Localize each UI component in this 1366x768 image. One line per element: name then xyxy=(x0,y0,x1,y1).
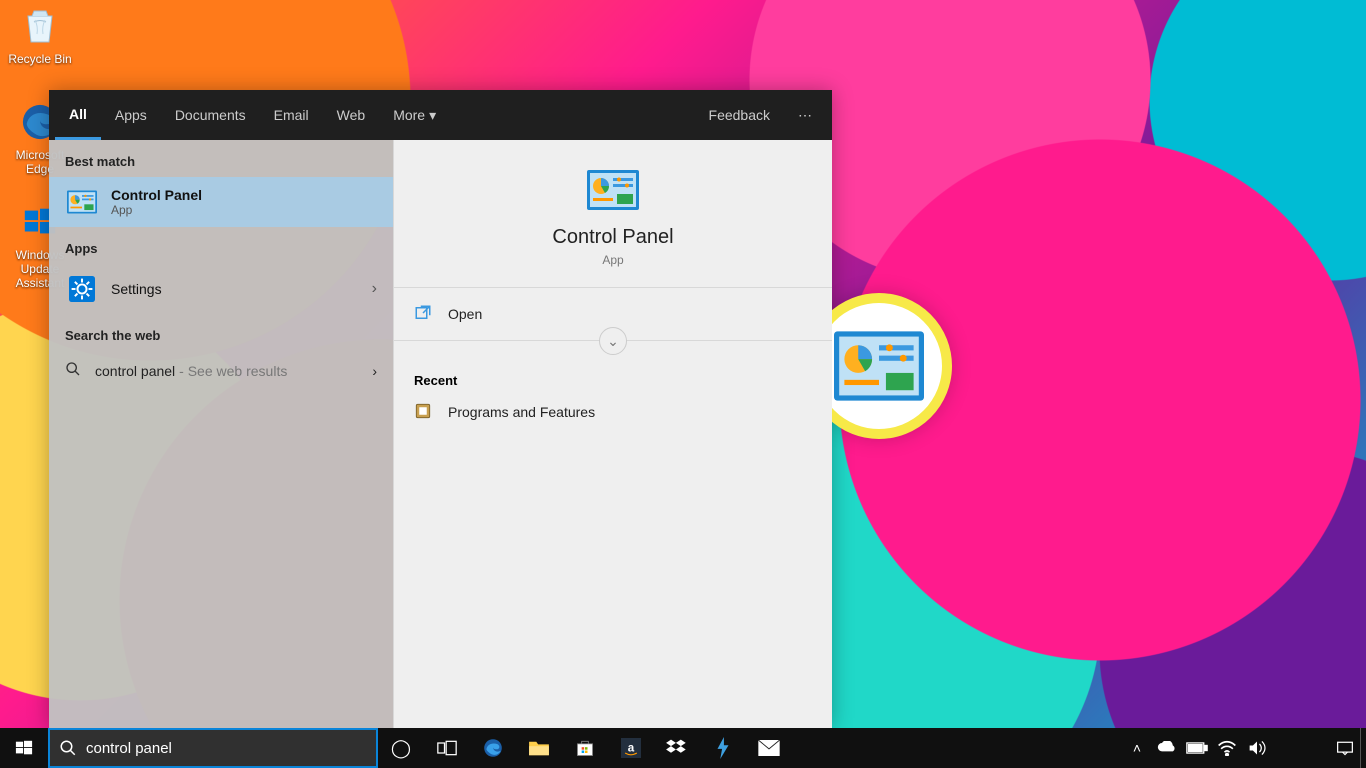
search-tabs-header: All Apps Documents Email Web More ▾ Feed… xyxy=(49,90,832,140)
section-web: Search the web xyxy=(49,314,393,351)
notifications-icon[interactable] xyxy=(1330,728,1360,768)
tab-label: All xyxy=(69,106,87,122)
taskbar: ◯ a ˄ xyxy=(0,728,1366,768)
tab-documents[interactable]: Documents xyxy=(161,90,260,140)
amazon-icon[interactable]: a xyxy=(608,728,654,768)
taskbar-pinned-apps: ◯ a xyxy=(378,728,792,768)
tab-label: More xyxy=(393,107,425,123)
chevron-right-icon: › xyxy=(372,363,377,379)
start-search-panel: All Apps Documents Email Web More ▾ Feed… xyxy=(49,90,832,728)
control-panel-icon xyxy=(65,185,99,219)
detail-subtitle: App xyxy=(394,253,832,267)
edge-taskbar-icon[interactable] xyxy=(470,728,516,768)
control-panel-icon xyxy=(587,170,639,210)
dropbox-icon[interactable] xyxy=(654,728,700,768)
detail-title: Control Panel xyxy=(394,226,832,249)
onedrive-icon[interactable] xyxy=(1152,728,1182,768)
result-settings[interactable]: Settings › xyxy=(49,264,393,314)
more-options-icon[interactable]: ⋯ xyxy=(784,107,826,124)
battery-icon[interactable] xyxy=(1182,728,1212,768)
web-query: control panel xyxy=(95,363,175,379)
recent-item-title: Programs and Features xyxy=(448,404,595,420)
action-label: Open xyxy=(448,306,482,322)
chevron-down-icon: ▾ xyxy=(429,107,436,124)
wifi-icon[interactable] xyxy=(1212,728,1242,768)
search-icon xyxy=(50,739,86,757)
system-tray: ˄ xyxy=(1122,728,1366,768)
settings-icon xyxy=(65,272,99,306)
section-best-match: Best match xyxy=(49,140,393,177)
programs-features-icon xyxy=(414,402,434,422)
result-web-search[interactable]: control panel - See web results › xyxy=(49,351,393,390)
tab-label: Apps xyxy=(115,107,147,123)
section-apps: Apps xyxy=(49,227,393,264)
search-detail-pane: Control Panel App Open ⌄ Recent Programs… xyxy=(393,140,832,728)
task-view-icon[interactable] xyxy=(424,728,470,768)
file-explorer-icon[interactable] xyxy=(516,728,562,768)
desktop-icon-label: Recycle Bin xyxy=(2,52,78,66)
search-results-list: Best match Control Panel App Apps Settin… xyxy=(49,140,393,728)
recent-programs-and-features[interactable]: Programs and Features xyxy=(414,402,812,422)
feedback-label: Feedback xyxy=(709,107,770,123)
result-title: Settings xyxy=(111,281,162,297)
start-button[interactable] xyxy=(0,728,48,768)
recycle-bin-icon xyxy=(18,4,62,48)
open-icon xyxy=(414,304,434,324)
web-suffix: - See web results xyxy=(179,363,287,379)
tab-apps[interactable]: Apps xyxy=(101,90,161,140)
tab-all[interactable]: All xyxy=(55,90,101,140)
recent-label: Recent xyxy=(414,373,812,388)
app-lightning-icon[interactable] xyxy=(700,728,746,768)
tab-web[interactable]: Web xyxy=(323,90,380,140)
svg-text:a: a xyxy=(628,741,635,754)
tab-label: Documents xyxy=(175,107,246,123)
result-title: Control Panel xyxy=(111,187,202,203)
result-subtitle: App xyxy=(111,203,202,217)
taskbar-search-box[interactable] xyxy=(48,728,378,768)
mail-icon[interactable] xyxy=(746,728,792,768)
tab-email[interactable]: Email xyxy=(260,90,323,140)
windows-logo-icon xyxy=(15,739,33,757)
tray-overflow-icon[interactable]: ˄ xyxy=(1122,728,1152,768)
search-icon xyxy=(65,361,81,380)
search-input[interactable] xyxy=(86,740,376,757)
volume-icon[interactable] xyxy=(1242,728,1272,768)
tab-label: Email xyxy=(274,107,309,123)
cortana-icon[interactable]: ◯ xyxy=(378,728,424,768)
tab-label: Web xyxy=(337,107,366,123)
show-desktop-button[interactable] xyxy=(1360,728,1366,768)
expand-chevron-icon[interactable]: ⌄ xyxy=(599,327,627,355)
desktop-icon-recycle-bin[interactable]: Recycle Bin xyxy=(2,4,78,66)
feedback-link[interactable]: Feedback xyxy=(695,90,784,140)
store-icon[interactable] xyxy=(562,728,608,768)
result-control-panel[interactable]: Control Panel App xyxy=(49,177,393,227)
chevron-right-icon: › xyxy=(372,280,377,298)
tab-more[interactable]: More ▾ xyxy=(379,90,450,140)
